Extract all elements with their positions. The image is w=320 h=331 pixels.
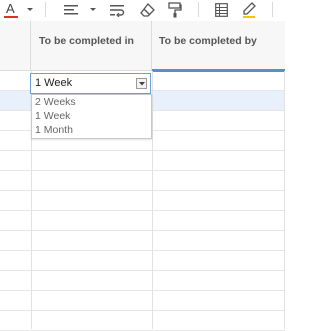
highlighter-icon <box>243 2 256 18</box>
select-value: 1 Week <box>35 77 73 89</box>
table-row[interactable] <box>0 231 285 251</box>
table-row[interactable] <box>0 211 285 231</box>
font-color-button[interactable]: A <box>2 0 20 20</box>
toolbar: A <box>0 0 285 22</box>
active-cell-select[interactable]: 1 Week <box>30 73 151 94</box>
select-options-list: 2 Weeks 1 Week 1 Month <box>31 94 152 139</box>
column-header-label: To be completed in <box>39 35 134 47</box>
font-color-dropdown[interactable] <box>25 0 35 20</box>
column-header-row: To be completed in To be completed by <box>0 21 285 72</box>
column-header-to-be-completed-in[interactable]: To be completed in <box>31 21 152 70</box>
table-row[interactable] <box>0 151 285 171</box>
table-row[interactable] <box>0 291 285 311</box>
column-gridline <box>284 71 285 329</box>
table-row[interactable] <box>0 171 285 191</box>
svg-text:A: A <box>6 1 15 16</box>
select-option[interactable]: 1 Week <box>35 110 70 122</box>
toolbar-separator <box>198 2 199 17</box>
highlight-button[interactable] <box>240 0 258 20</box>
dropdown-arrow-icon <box>27 8 33 11</box>
column-header-to-be-completed-by[interactable]: To be completed by <box>152 21 285 72</box>
table-row[interactable] <box>0 311 285 331</box>
format-painter-icon <box>168 2 182 18</box>
align-dropdown[interactable] <box>88 0 98 20</box>
align-button[interactable] <box>62 0 80 20</box>
align-left-icon <box>64 5 78 15</box>
table-row[interactable] <box>0 251 285 271</box>
format-painter-button[interactable] <box>166 0 184 20</box>
font-color-icon: A <box>4 1 18 18</box>
clear-format-button[interactable] <box>138 0 156 20</box>
select-option[interactable]: 2 Weeks <box>35 96 76 108</box>
select-dropdown-button[interactable] <box>136 78 147 89</box>
wrap-text-icon <box>109 4 124 17</box>
select-option[interactable]: 1 Month <box>35 124 73 136</box>
table-row[interactable] <box>0 271 285 291</box>
wrap-text-button[interactable] <box>108 0 126 20</box>
dropdown-arrow-icon <box>90 8 96 11</box>
chevron-down-icon <box>138 81 145 85</box>
column-header-prev[interactable] <box>0 21 31 70</box>
eraser-icon <box>139 3 155 17</box>
freeze-columns-button[interactable] <box>212 0 230 20</box>
column-gridline <box>152 71 153 329</box>
toolbar-separator <box>45 2 46 17</box>
table-row[interactable] <box>0 191 285 211</box>
column-header-label: To be completed by <box>159 35 257 47</box>
freeze-columns-icon <box>214 3 228 17</box>
toolbar-separator <box>272 2 273 17</box>
